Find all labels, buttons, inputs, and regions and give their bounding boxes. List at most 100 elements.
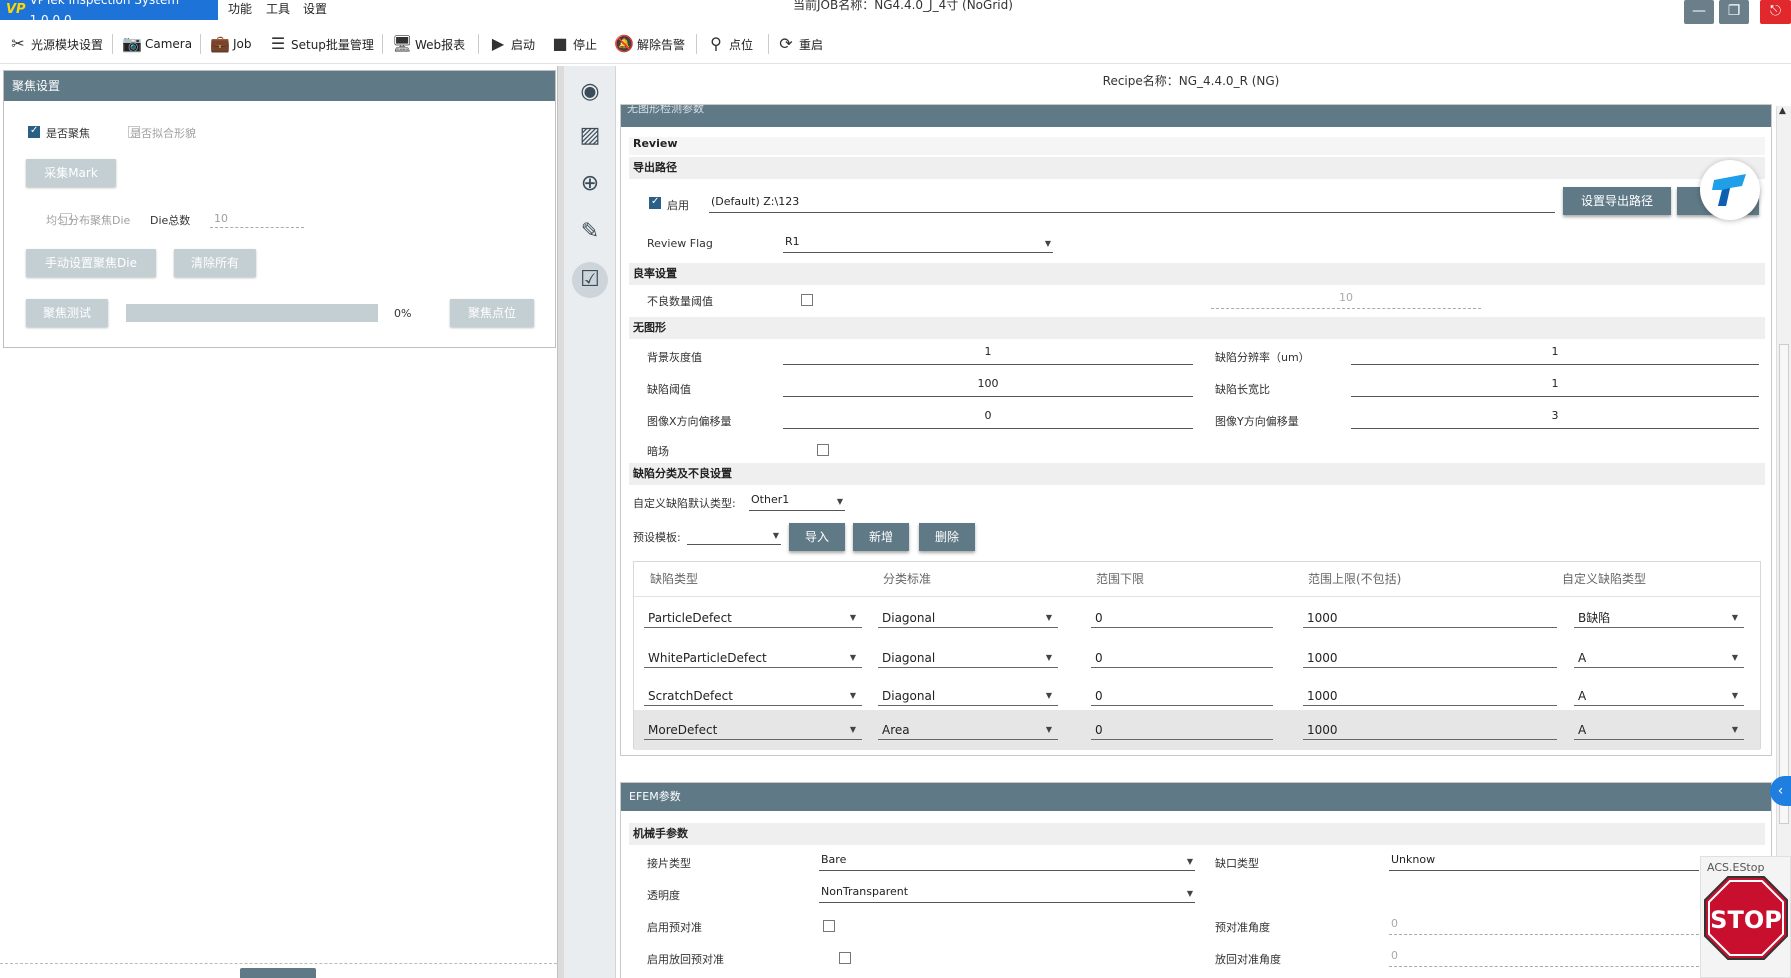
scroll-up-arrow-icon[interactable]: ▲ — [1779, 106, 1786, 116]
focus-test-button[interactable]: 聚焦测试 — [26, 299, 108, 327]
defect-threshold-input[interactable]: 100 — [783, 377, 1193, 397]
collect-mark-button[interactable]: 采集Mark — [26, 159, 116, 187]
camera-button[interactable]: 📷 Camera — [122, 32, 192, 56]
checklist-settings-icon[interactable]: ☑ — [572, 262, 608, 298]
stop-sign-icon[interactable]: STOP — [1703, 875, 1789, 961]
vertical-scrollbar[interactable]: ▲ ▼ — [1776, 106, 1791, 978]
defect-type-dropdown[interactable]: MoreDefect ▼ — [644, 720, 862, 740]
close-button[interactable]: ⎋ — [1760, 0, 1791, 24]
custom-type-dropdown[interactable]: B缺陷 ▼ — [1574, 608, 1744, 628]
chevron-down-icon: ▼ — [836, 497, 843, 506]
table-row[interactable]: WhiteParticleDefect ▼ Diagonal ▼ 0 1000 A ▼ — [634, 638, 1760, 678]
point-button[interactable]: ⚲ 点位 — [706, 32, 753, 56]
wafer-type-dropdown[interactable]: Bare ▼ — [819, 851, 1195, 871]
range-max-input[interactable]: 1000 — [1303, 686, 1557, 706]
custom-default-type-value: Other1 — [751, 493, 790, 506]
range-min-input[interactable]: 0 — [1091, 648, 1273, 668]
transparency-dropdown[interactable]: NonTransparent ▼ — [819, 883, 1195, 903]
import-button[interactable]: 导入 — [789, 523, 845, 551]
camera-capture-icon[interactable]: ◉ — [572, 74, 608, 110]
job-button[interactable]: 💼 Job — [210, 32, 251, 56]
table-row[interactable]: MoreDefect ▼ Area ▼ 0 1000 A ▼ — [634, 710, 1760, 750]
app-logo: VP — [6, 2, 26, 17]
range-min-input[interactable]: 0 — [1091, 686, 1273, 706]
setup-batch-button[interactable]: ☰ Setup批量管理 — [268, 32, 374, 56]
prealign-angle-input[interactable]: 0 — [1389, 915, 1699, 935]
restore-button[interactable]: ❐ — [1719, 0, 1749, 24]
is-focus-checkbox[interactable] — [28, 125, 40, 138]
scrollbar-thumb[interactable] — [1779, 344, 1789, 824]
stop-button[interactable]: ■ 停止 — [550, 32, 597, 56]
clear-all-button[interactable]: 清除所有 — [174, 249, 256, 277]
delete-button[interactable]: 删除 — [919, 523, 975, 551]
camera-icon: 📷 — [122, 34, 142, 53]
custom-type-value: A — [1578, 651, 1587, 665]
range-max-input[interactable]: 1000 — [1303, 608, 1557, 628]
custom-type-value: A — [1578, 723, 1587, 737]
custom-default-type-dropdown[interactable]: Other1 ▼ — [749, 491, 845, 511]
menu-function[interactable]: 功能 — [228, 0, 252, 20]
start-button[interactable]: ▶ 启动 — [488, 32, 535, 56]
set-export-path-button[interactable]: 设置导出路径 — [1563, 187, 1671, 215]
classify-std-dropdown[interactable]: Diagonal ▼ — [878, 608, 1058, 628]
notch-type-dropdown[interactable]: Unknow — [1389, 851, 1699, 871]
classify-std-dropdown[interactable]: Diagonal ▼ — [878, 686, 1058, 706]
enable-prealign-checkbox[interactable] — [823, 920, 835, 932]
toolbar-divider — [696, 34, 697, 54]
clear-alarm-button[interactable]: 🔕 解除告警 — [614, 32, 685, 56]
add-button[interactable]: 新增 — [853, 523, 909, 551]
play-icon: ▶ — [491, 34, 505, 53]
image-y-offset-input[interactable]: 3 — [1351, 409, 1759, 429]
range-max-input[interactable]: 1000 — [1303, 720, 1557, 740]
no-pattern-params-header: 无图形检测参数 — [621, 105, 1771, 127]
defect-type-dropdown[interactable]: WhiteParticleDefect ▼ — [644, 648, 862, 668]
classify-std-dropdown[interactable]: Diagonal ▼ — [878, 648, 1058, 668]
review-flag-dropdown[interactable]: R1 ▼ — [783, 233, 1053, 253]
defect-type-dropdown[interactable]: ScratchDefect ▼ — [644, 686, 862, 706]
focus-progress-bar — [126, 304, 378, 322]
image-x-offset-input[interactable]: 0 — [783, 409, 1193, 429]
manual-focus-die-button[interactable]: 手动设置聚焦Die — [26, 249, 156, 277]
preset-template-dropdown[interactable]: ▼ — [687, 525, 781, 545]
restart-button[interactable]: ⟳ 重启 — [776, 32, 823, 56]
collapse-side-tab[interactable]: ‹ — [1770, 776, 1791, 806]
floating-assistant-button[interactable] — [1700, 160, 1760, 220]
left-panel-tab[interactable] — [240, 968, 316, 978]
bad-count-threshold-checkbox[interactable] — [800, 294, 813, 306]
range-max-input[interactable]: 1000 — [1303, 648, 1557, 668]
defect-resolution-input[interactable]: 1 — [1351, 345, 1759, 365]
globe-list-icon[interactable]: ⊕ — [572, 166, 608, 202]
range-min-input[interactable]: 0 — [1091, 608, 1273, 628]
monitor-icon: 🖥 — [392, 34, 413, 53]
custom-type-dropdown[interactable]: A ▼ — [1574, 720, 1744, 740]
export-path-title: 导出路径 — [629, 157, 1765, 179]
web-report-button[interactable]: 🖥 Web报表 — [392, 32, 465, 56]
bg-gray-input[interactable]: 1 — [783, 345, 1193, 365]
enable-return-prealign-checkbox[interactable] — [838, 952, 851, 964]
image-icon[interactable]: ▨ — [572, 118, 608, 154]
export-enable-checkbox[interactable] — [649, 196, 661, 209]
image-y-offset-label: 图像Y方向偏移量 — [1215, 415, 1299, 428]
die-total-input[interactable]: 10 — [210, 211, 304, 228]
menu-settings[interactable]: 设置 — [303, 0, 327, 20]
menu-tools[interactable]: 工具 — [266, 0, 290, 20]
return-align-angle-input[interactable]: 0 — [1389, 947, 1699, 967]
classify-std-dropdown[interactable]: Area ▼ — [878, 720, 1058, 740]
minimize-button[interactable]: — — [1684, 0, 1714, 24]
defect-aspect-ratio-input[interactable]: 1 — [1351, 377, 1759, 397]
panel-splitter[interactable] — [557, 66, 564, 978]
custom-type-dropdown[interactable]: A ▼ — [1574, 648, 1744, 668]
table-row[interactable]: ParticleDefect ▼ Diagonal ▼ 0 1000 B缺陷 ▼ — [634, 598, 1760, 638]
bad-count-threshold-input[interactable]: 10 — [1211, 291, 1481, 309]
darkfield-checkbox[interactable] — [816, 444, 829, 456]
range-min-input[interactable]: 0 — [1091, 720, 1273, 740]
export-path-input[interactable]: (Default) Z:\123 — [709, 193, 1555, 213]
is-focus-label: 是否聚焦 — [46, 127, 90, 140]
light-module-button[interactable]: ✂ 光源模块设置 — [8, 32, 103, 56]
checklist-icon: ☰ — [270, 34, 286, 53]
tools-icon[interactable]: ✎ — [572, 214, 608, 250]
estop-widget[interactable]: ACS.EStop STOP — [1700, 856, 1791, 978]
defect-type-dropdown[interactable]: ParticleDefect ▼ — [644, 608, 862, 628]
custom-type-dropdown[interactable]: A ▼ — [1574, 686, 1744, 706]
focus-point-button[interactable]: 聚焦点位 — [450, 299, 534, 327]
